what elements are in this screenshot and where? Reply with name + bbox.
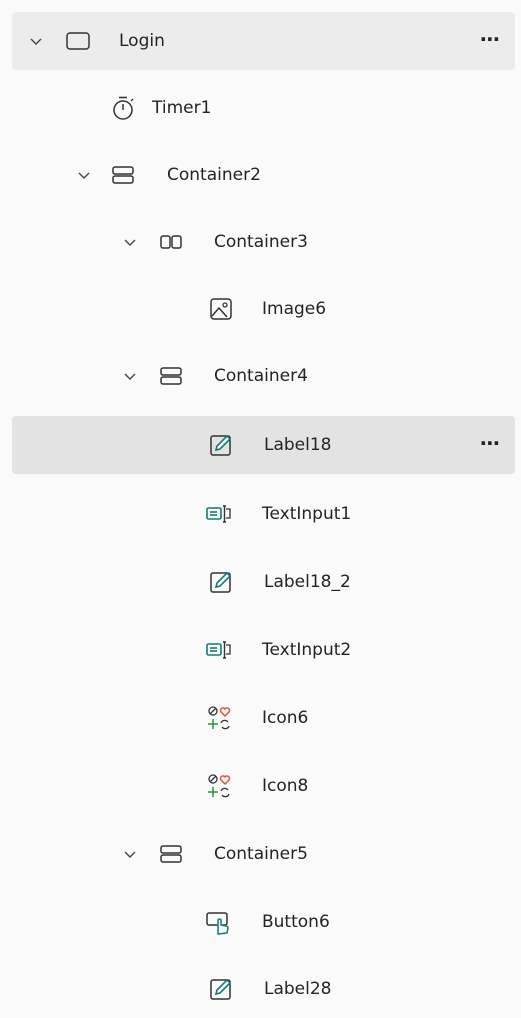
tree-item-timer1[interactable]: Timer1 (12, 79, 515, 137)
tree-item-label18[interactable]: Label18 ⋯ (12, 416, 515, 474)
tree-item-label: Image6 (262, 299, 327, 319)
chevron-down-icon[interactable] (74, 165, 94, 185)
tree-item-label: Icon6 (262, 708, 309, 728)
image-icon (207, 295, 235, 323)
vertical-container-icon (109, 161, 137, 189)
button-icon (205, 908, 233, 936)
icons-control-icon (205, 704, 233, 732)
tree-item-container5[interactable]: Container5 (12, 825, 515, 883)
timer-icon (109, 94, 137, 122)
tree-item-label: Container2 (167, 165, 261, 185)
tree-item-textinput2[interactable]: TextInput2 (12, 621, 515, 679)
tree-item-container4[interactable]: Container4 (12, 347, 515, 405)
tree-item-label: Container5 (214, 844, 308, 864)
vertical-container-icon (157, 362, 185, 390)
tree-item-image6[interactable]: Image6 (12, 280, 515, 338)
tree-item-label: TextInput2 (262, 640, 352, 660)
tree-item-label: Button6 (262, 912, 330, 932)
tree-item-label: Container4 (214, 366, 308, 386)
tree-view: Login ⋯ Timer1 Container2 Container3 Ima… (0, 0, 521, 1012)
tree-item-label: Container3 (214, 232, 308, 252)
chevron-down-icon[interactable] (120, 844, 140, 864)
horizontal-container-icon (157, 228, 185, 256)
tree-item-container3[interactable]: Container3 (12, 213, 515, 271)
chevron-down-icon[interactable] (26, 31, 46, 51)
tree-item-label28[interactable]: Label28 (12, 960, 515, 1018)
label-edit-icon (207, 568, 235, 596)
vertical-container-icon (157, 840, 185, 868)
icons-control-icon (205, 772, 233, 800)
tree-item-label: Timer1 (152, 98, 212, 118)
more-options-icon[interactable]: ⋯ (480, 432, 501, 454)
chevron-down-icon[interactable] (120, 366, 140, 386)
tree-item-textinput1[interactable]: TextInput1 (12, 485, 515, 543)
more-options-icon[interactable]: ⋯ (480, 28, 501, 50)
tree-item-label: Label18_2 (264, 572, 351, 592)
label-edit-icon (207, 975, 235, 1003)
tree-item-label: Login (119, 31, 165, 51)
tree-item-label18-2[interactable]: Label18_2 (12, 553, 515, 611)
text-input-icon (205, 500, 233, 528)
tree-item-button6[interactable]: Button6 (12, 893, 515, 951)
tree-item-login[interactable]: Login ⋯ (12, 12, 515, 70)
label-edit-icon (207, 431, 235, 459)
chevron-down-icon[interactable] (120, 232, 140, 252)
screen-icon (64, 27, 92, 55)
tree-item-container2[interactable]: Container2 (12, 146, 515, 204)
tree-item-label: Label28 (264, 979, 332, 999)
tree-item-label: Icon8 (262, 776, 309, 796)
tree-item-icon6[interactable]: Icon6 (12, 689, 515, 747)
tree-item-icon8[interactable]: Icon8 (12, 757, 515, 815)
text-input-icon (205, 636, 233, 664)
tree-item-label: TextInput1 (262, 504, 352, 524)
tree-item-label: Label18 (264, 435, 332, 455)
